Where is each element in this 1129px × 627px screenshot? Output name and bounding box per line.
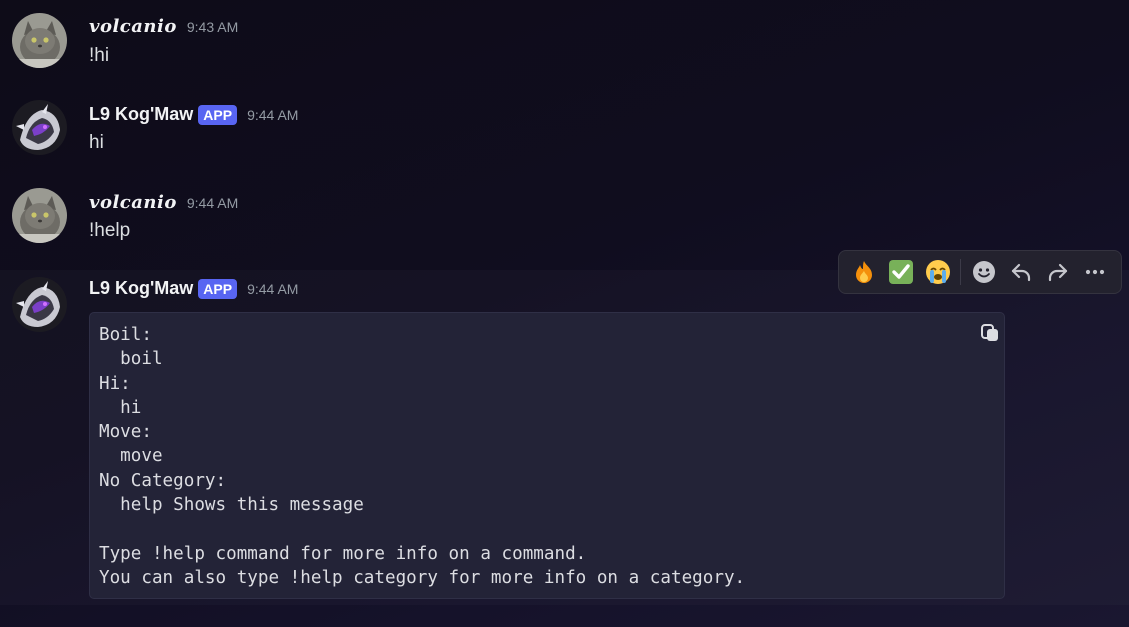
- timestamp[interactable]: 9:44 AM: [187, 195, 238, 211]
- avatar-volcanio[interactable]: [12, 13, 67, 68]
- add-reaction-icon: [972, 261, 995, 283]
- message-text: hi: [89, 132, 104, 153]
- reaction-crying-button[interactable]: [919, 254, 956, 290]
- username[interactable]: volcanio: [89, 16, 177, 37]
- message-text: !hi: [89, 45, 110, 66]
- timestamp[interactable]: 9:43 AM: [187, 19, 238, 35]
- username[interactable]: L9 Kog'Maw: [89, 278, 193, 299]
- reaction-fire-button[interactable]: [845, 254, 882, 290]
- check-mark-emoji-icon: [888, 260, 913, 284]
- username[interactable]: L9 Kog'Maw: [89, 104, 193, 125]
- add-reaction-button[interactable]: [965, 254, 1002, 290]
- avatar-volcanio[interactable]: [12, 188, 67, 243]
- chat-messages: volcanio 9:43 AM !hi L9 Kog'Maw APP 9:44…: [0, 0, 1129, 627]
- forward-button[interactable]: [1039, 254, 1076, 290]
- message-1[interactable]: volcanio 9:43 AM !hi: [0, 0, 1129, 88]
- code-block: Boil: boil Hi: hi Move: move No Category…: [89, 312, 1005, 599]
- message-text: !help: [89, 220, 131, 241]
- copy-code-button[interactable]: [979, 322, 1001, 344]
- fire-emoji-icon: [855, 261, 872, 283]
- reply-icon: [1011, 263, 1030, 282]
- toolbar-divider: [960, 259, 961, 285]
- avatar-l9-kogmaw[interactable]: [12, 277, 67, 332]
- reply-button[interactable]: [1002, 254, 1039, 290]
- more-icon: [1085, 269, 1104, 275]
- more-button[interactable]: [1076, 254, 1113, 290]
- username[interactable]: volcanio: [89, 192, 177, 213]
- copy-icon: [981, 324, 998, 341]
- app-badge: APP: [198, 104, 238, 125]
- app-badge: APP: [198, 278, 238, 299]
- timestamp[interactable]: 9:44 AM: [247, 107, 298, 123]
- timestamp[interactable]: 9:44 AM: [247, 281, 298, 297]
- message-actions-toolbar: [838, 250, 1122, 294]
- crying-face-emoji-icon: [925, 260, 950, 284]
- message-2[interactable]: L9 Kog'Maw APP 9:44 AM hi: [0, 88, 1129, 176]
- avatar-l9-kogmaw[interactable]: [12, 100, 67, 155]
- reaction-check-button[interactable]: [882, 254, 919, 290]
- forward-icon: [1048, 263, 1067, 282]
